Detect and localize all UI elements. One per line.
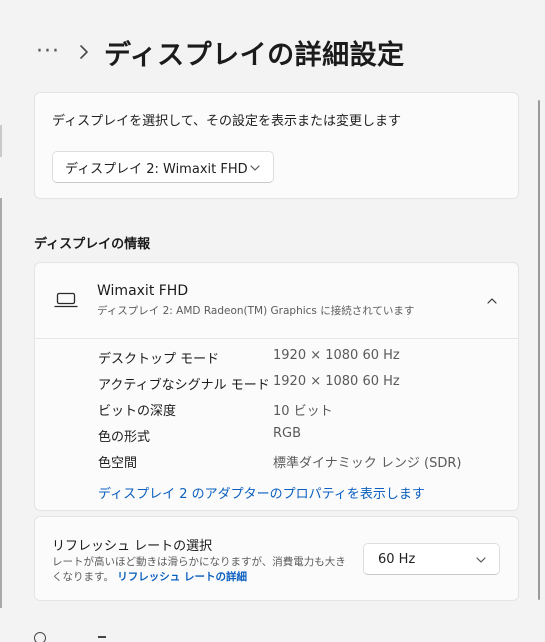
info-row-bit-depth: ビットの深度 10 ビット [98,400,333,420]
display-select-value: ディスプレイ 2: Wimaxit FHD [65,161,248,177]
monitor-connection: ディスプレイ 2: AMD Radeon(TM) Graphics に接続されて… [97,305,415,317]
display-info-heading: ディスプレイの情報 [34,237,151,252]
refresh-rate-learn-more-link[interactable]: リフレッシュ レートの詳細 [117,571,247,583]
nav-pane-edge-lower [0,198,2,608]
info-value: RGB [273,426,302,441]
breadcrumb: ··· ディスプレイの詳細設定 [36,30,405,74]
chevron-up-icon[interactable] [486,295,498,307]
info-value: 1920 × 1080 60 Hz [273,348,400,363]
display-info-card: Wimaxit FHD ディスプレイ 2: AMD Radeon(TM) Gra… [34,262,519,511]
refresh-rate-description: レートが高いほど動きは滑らかになりますが、消費電力も大きくなります。 リフレッシ… [52,555,352,585]
info-value: 10 ビット [273,404,333,419]
chevron-down-icon [476,557,486,563]
info-row-desktop-mode: デスクトップ モード 1920 × 1080 60 Hz [98,348,400,368]
laptop-icon [54,292,78,308]
nav-pane-edge [0,125,2,157]
advanced-display-settings-page: ··· ディスプレイの詳細設定 ディスプレイを選択して、その設定を表示または変更… [0,0,545,642]
info-key: 色空間 [98,456,138,471]
next-item-icon-partial [34,632,46,642]
info-row-color-space: 色空間 標準ダイナミック レンジ (SDR) [98,452,461,472]
display-select-dropdown[interactable]: ディスプレイ 2: Wimaxit FHD [52,151,274,183]
info-key: 色の形式 [98,430,151,445]
scrollbar[interactable] [538,100,540,600]
select-display-card: ディスプレイを選択して、その設定を表示または変更します ディスプレイ 2: Wi… [34,92,519,199]
next-item-text-partial [98,636,106,638]
refresh-rate-value: 60 Hz [378,551,416,567]
breadcrumb-more-button[interactable]: ··· [36,41,60,63]
info-value: 1920 × 1080 60 Hz [273,374,400,389]
page-title: ディスプレイの詳細設定 [103,39,405,71]
chevron-right-icon [80,45,88,59]
refresh-rate-card: リフレッシュ レートの選択 レートが高いほど動きは滑らかになりますが、消費電力も… [34,516,519,601]
info-key: デスクトップ モード [98,352,220,367]
info-key: アクティブなシグナル モード [98,378,270,393]
info-value: 標準ダイナミック レンジ (SDR) [273,456,462,471]
adapter-properties-link[interactable]: ディスプレイ 2 のアダプターのプロパティを表示します [98,483,425,502]
chevron-down-icon [250,165,260,171]
display-info-expander[interactable]: Wimaxit FHD ディスプレイ 2: AMD Radeon(TM) Gra… [35,263,518,338]
select-display-description: ディスプレイを選択して、その設定を表示または変更します [52,114,402,129]
monitor-name: Wimaxit FHD [97,283,189,299]
info-divider [35,338,518,339]
info-key: ビットの深度 [98,404,177,419]
info-row-active-signal-mode: アクティブなシグナル モード 1920 × 1080 60 Hz [98,374,400,394]
info-row-color-format: 色の形式 RGB [98,426,301,446]
refresh-rate-title: リフレッシュ レートの選択 [52,539,213,554]
refresh-rate-dropdown[interactable]: 60 Hz [363,543,500,575]
